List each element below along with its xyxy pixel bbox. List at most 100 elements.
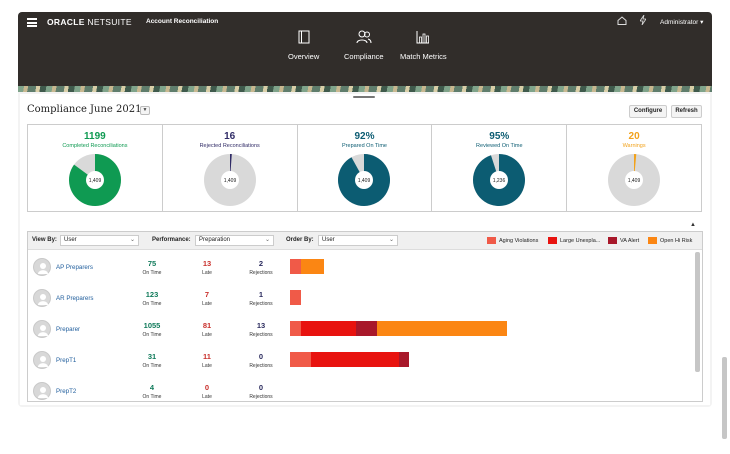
home-icon[interactable] [617, 16, 627, 27]
header-pattern [18, 86, 712, 92]
kpi-label: Prepared On Time [342, 143, 387, 149]
performance-select[interactable]: Preparation ⌄ [195, 235, 274, 246]
rejections-stat: 0 Rejections [249, 383, 273, 400]
refresh-button[interactable]: Refresh [671, 105, 702, 118]
kpi-donut: 1,409 [68, 154, 121, 206]
nav-compliance[interactable]: Compliance [344, 30, 384, 61]
rejections-stat: 2 Rejections [249, 259, 273, 276]
book-icon [298, 30, 310, 44]
bar-segment[interactable] [290, 321, 301, 336]
performance-label: Performance: [152, 237, 191, 243]
bar-segment[interactable] [290, 352, 312, 367]
bar-segment[interactable] [300, 321, 357, 336]
rejections-stat: 13 Rejections [249, 321, 273, 338]
late-stat: 7 Late [202, 290, 212, 307]
user-link[interactable]: PrepT2 [56, 388, 76, 395]
filter-bar: View By: User ⌄ Performance: Preparation ⌄… [28, 232, 702, 250]
app-title: Account Reconciliation [146, 18, 219, 25]
period-dropdown-icon[interactable]: ▼ [140, 106, 150, 115]
avatar [33, 289, 51, 307]
avatar [33, 382, 51, 400]
legend-item[interactable]: Aging Violations [487, 237, 538, 244]
user-link[interactable]: AR Preparers [56, 295, 93, 302]
stacked-bar [290, 290, 301, 305]
on-time-stat: 1055 On Time [142, 321, 162, 338]
user-link[interactable]: PrepT1 [56, 357, 76, 364]
kpi-tile[interactable]: 92% Prepared On Time 1,409 [298, 125, 433, 211]
late-stat: 13 Late [202, 259, 212, 276]
hamburger-menu-icon[interactable] [27, 18, 37, 27]
view-by-select[interactable]: User ⌄ [60, 235, 139, 246]
nav-match-metrics[interactable]: Match Metrics [400, 30, 447, 61]
legend-label: Large Unexpla... [560, 237, 601, 244]
configure-button[interactable]: Configure [629, 105, 667, 118]
on-time-stat: 31 On Time [142, 352, 162, 369]
bar-segment[interactable] [398, 352, 410, 367]
kpi-donut: 1,409 [608, 154, 661, 206]
avatar [33, 320, 51, 338]
bar-segment[interactable] [356, 321, 378, 336]
kpi-strip: 1199 Completed Reconciliations 1,409 16 Reje… [27, 124, 702, 212]
donut-center-label: 1,409 [358, 178, 371, 184]
kpi-value: 20 [628, 131, 640, 142]
kpi-label: Reviewed On Time [476, 143, 523, 149]
kpi-tile[interactable]: 20 Warnings 1,409 [567, 125, 701, 211]
legend-label: Aging Violations [499, 237, 539, 244]
nav-overview-label: Overview [288, 52, 320, 61]
user-menu[interactable]: Administrator ▾ [660, 18, 703, 26]
on-time-stat: 123 On Time [142, 290, 162, 307]
rejections-stat: 1 Rejections [249, 290, 273, 307]
late-stat: 81 Late [202, 321, 212, 338]
table-row: Preparer 1055 On Time 81 Late 13 Rejections [28, 315, 698, 345]
stacked-bar [290, 321, 508, 336]
legend-item[interactable]: VA Alert [608, 237, 639, 244]
collapse-caret-icon[interactable]: ▲ [690, 222, 696, 228]
view-by-label: View By: [32, 237, 57, 243]
period-label: June 2021 [90, 104, 142, 115]
kpi-label: Rejected Reconciliations [199, 143, 260, 149]
late-stat: 0 Late [202, 383, 212, 400]
kpi-tile[interactable]: 95% Reviewed On Time 1,236 [432, 125, 568, 211]
bar-chart-icon [416, 31, 430, 44]
bar-segment[interactable] [377, 321, 508, 336]
table-scrollbar[interactable] [695, 252, 700, 372]
legend-swatch [487, 237, 496, 244]
nav-overview[interactable]: Overview [288, 30, 319, 61]
kpi-value: 16 [224, 131, 236, 142]
donut-center-label: 1,409 [628, 178, 641, 184]
legend-item[interactable]: Open Hi Risk [648, 237, 692, 244]
legend-item[interactable]: Large Unexpla... [548, 237, 600, 244]
user-link[interactable]: Preparer [56, 326, 80, 333]
on-time-stat: 4 On Time [142, 383, 162, 400]
user-link[interactable]: AP Preparers [56, 264, 93, 271]
bar-segment[interactable] [290, 290, 301, 305]
kpi-tile[interactable]: 1199 Completed Reconciliations 1,409 [28, 125, 163, 211]
donut-center-label: 1,409 [223, 178, 236, 184]
kpi-value: 95% [489, 131, 510, 142]
lightning-icon[interactable] [639, 14, 647, 27]
kpi-label: Completed Reconciliations [62, 143, 128, 149]
chevron-down-icon: ⌄ [388, 237, 394, 243]
avatar [33, 258, 51, 276]
collapse-handle[interactable] [353, 96, 375, 98]
donut-center-label: 1,236 [493, 178, 506, 184]
legend-label: VA Alert [620, 237, 640, 244]
order-by-select[interactable]: User ⌄ [318, 235, 398, 246]
netsuite-logo: ORACLE NETSUITE [47, 17, 132, 27]
kpi-tile[interactable]: 16 Rejected Reconciliations 1,409 [163, 125, 298, 211]
kpi-value: 1199 [84, 131, 106, 142]
bar-segment[interactable] [300, 259, 325, 274]
on-time-stat: 75 On Time [142, 259, 162, 276]
bar-segment[interactable] [311, 352, 399, 367]
chevron-down-icon: ⌄ [264, 237, 270, 243]
table-row: AR Preparers 123 On Time 7 Late 1 Rejections [28, 284, 698, 314]
page-scrollbar[interactable] [722, 357, 727, 439]
nav-match-metrics-label: Match Metrics [400, 52, 447, 61]
kpi-label: Warnings [622, 143, 646, 149]
table-row: PrepT2 4 On Time 0 Late 0 Rejections [28, 377, 698, 401]
stacked-bar [290, 259, 325, 274]
legend-swatch [548, 237, 557, 244]
late-stat: 11 Late [202, 352, 212, 369]
bar-segment[interactable] [290, 259, 301, 274]
kpi-donut: 1,236 [473, 154, 526, 206]
